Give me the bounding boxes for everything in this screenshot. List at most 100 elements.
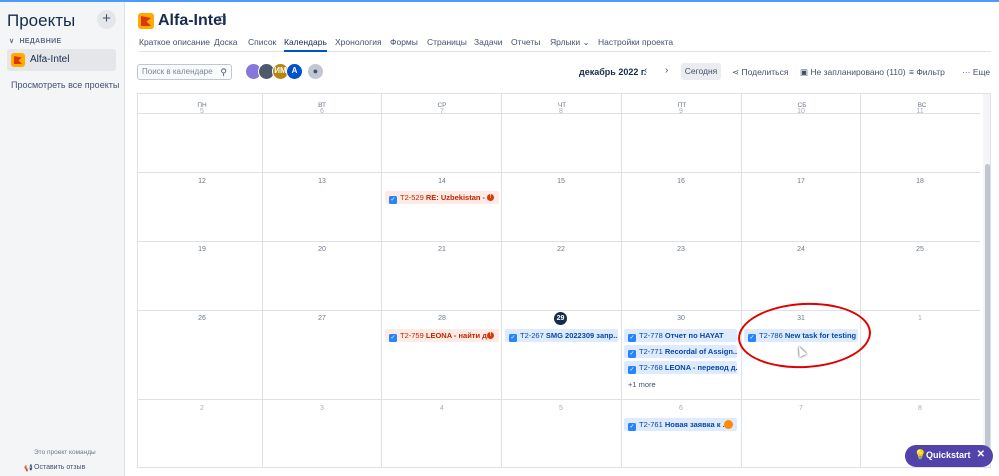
paint-bucket-icon[interactable]: ⛋: [218, 15, 226, 28]
filter-button[interactable]: ≡ Фильтр: [909, 67, 945, 77]
checkbox-icon: ✓: [389, 334, 397, 342]
day-number: 27: [318, 315, 326, 322]
calendar-event[interactable]: ✓ T2-778 Отчет по HAYAT: [624, 329, 737, 342]
sidebar-title: Проекты: [7, 11, 76, 30]
warning-icon: !: [487, 194, 494, 201]
checkbox-icon: ✓: [628, 350, 636, 358]
tab-summary[interactable]: Краткое описание: [139, 37, 210, 52]
more-button[interactable]: ··· Еще: [962, 67, 990, 77]
tab-calendar[interactable]: Календарь: [284, 37, 327, 52]
lightbulb-icon: 💡: [914, 450, 927, 461]
day-number: 2: [200, 405, 204, 412]
day-number: 3: [320, 405, 324, 412]
day-number: 26: [198, 315, 206, 322]
calendar-event[interactable]: ✓ T2-761 Новая заявка к ...: [624, 418, 737, 431]
grid-line: [138, 241, 980, 242]
tab-forms[interactable]: Формы: [390, 37, 418, 52]
event-key: T2-778: [639, 331, 663, 340]
event-summary: RE: Uzbekistan - ...: [425, 193, 494, 202]
day-number: 7: [799, 405, 803, 412]
today-button[interactable]: Сегодня: [681, 63, 721, 80]
event-key: T2-771: [639, 347, 663, 356]
tab-issues[interactable]: Задачи: [474, 37, 503, 52]
today-day-badge: 29: [554, 312, 567, 325]
next-month-button[interactable]: ›: [665, 65, 668, 76]
search-icon: ⚲: [220, 67, 227, 77]
tab-reports[interactable]: Отчеты: [511, 37, 540, 52]
add-project-button[interactable]: +: [97, 10, 116, 29]
close-icon[interactable]: ✕: [977, 449, 985, 460]
calendar-event[interactable]: ✓ T2-759 LEONA - найти д... !: [385, 329, 499, 342]
page-title: Alfa-Intel: [158, 12, 227, 29]
checkbox-icon: ✓: [389, 196, 397, 204]
day-number: 11: [916, 108, 924, 115]
megaphone-icon: 📢: [24, 465, 33, 472]
calendar-icon: ▣: [800, 67, 811, 77]
event-key: T2-761: [639, 420, 663, 429]
share-label: Поделиться: [741, 67, 789, 77]
warning-icon: !: [487, 332, 494, 339]
day-number: 23: [677, 246, 685, 253]
grid-line: [381, 94, 382, 467]
tab-board[interactable]: Доска: [214, 37, 237, 52]
day-number: 19: [198, 246, 206, 253]
day-number: 1: [918, 315, 922, 322]
day-number: 8: [918, 405, 922, 412]
day-number: 20: [318, 246, 326, 253]
day-number: 6: [679, 405, 683, 412]
sidebar-item-project[interactable]: Alfa-Intel: [7, 49, 116, 71]
calendar-event[interactable]: ✓ T2-267 SMG 2022309 запр...: [505, 329, 618, 342]
feedback-label: Оставить отзыв: [34, 464, 86, 471]
tab-pages[interactable]: Страницы: [427, 37, 467, 52]
avatar[interactable]: A: [286, 63, 303, 80]
day-number: 25: [916, 246, 924, 253]
tab-shortcuts[interactable]: Ярлыки ⌄: [550, 37, 590, 52]
day-number: 10: [797, 108, 805, 115]
day-number: 12: [198, 178, 206, 185]
day-number: 6: [320, 108, 324, 115]
quickstart-button[interactable]: 💡 Quickstart ✕: [905, 445, 993, 467]
checkbox-icon: ✓: [628, 334, 636, 342]
grid-line: [138, 399, 980, 400]
tab-timeline[interactable]: Хронология: [335, 37, 382, 52]
project-logo-icon: [138, 13, 154, 29]
project-logo-icon: [11, 53, 25, 67]
top-accent-line: [0, 0, 999, 2]
quickstart-label: Quickstart: [926, 450, 971, 460]
tab-list[interactable]: Список: [248, 37, 276, 52]
unscheduled-label: Не запланировано (110): [810, 67, 906, 77]
grid-line: [262, 94, 263, 467]
more-events-link[interactable]: +1 more: [628, 380, 656, 389]
calendar-event[interactable]: ✓ T2-771 Recordal of Assign...: [624, 345, 737, 358]
day-number: 7: [440, 108, 444, 115]
chevron-down-icon: ∨: [9, 38, 15, 45]
event-summary: LEONA - перевод д...: [664, 363, 737, 372]
tab-project-settings[interactable]: Настройки проекта: [598, 37, 673, 52]
event-summary: Recordal of Assign...: [664, 347, 737, 356]
share-button[interactable]: ⋖ Поделиться: [732, 67, 788, 78]
view-all-projects-link[interactable]: Просмотреть все проекты: [11, 80, 119, 90]
calendar-search[interactable]: ⚲: [137, 64, 232, 80]
unscheduled-button[interactable]: ▣ Не запланировано (110): [800, 67, 906, 78]
scrollbar-thumb[interactable]: [985, 164, 990, 454]
calendar-event[interactable]: ✓ T2-529 RE: Uzbekistan - ... !: [385, 191, 499, 204]
calendar-grid: ПН ВТ СР ЧТ ПТ СБ ВС 5 6 7 8 9 10 11 12 …: [137, 93, 991, 468]
add-people-icon[interactable]: ●: [307, 63, 324, 80]
more-label: Еще: [972, 67, 991, 77]
search-input[interactable]: [142, 67, 218, 76]
calendar-event[interactable]: ✓ T2-768 LEONA - перевод д...: [624, 361, 737, 374]
event-key: T2-768: [639, 363, 663, 372]
day-number: 8: [559, 108, 563, 115]
grid-line: [860, 94, 861, 467]
feedback-link[interactable]: 📢 Оставить отзыв: [24, 464, 86, 472]
checkbox-icon: ✓: [628, 423, 636, 431]
sidebar-project-name: Alfa-Intel: [30, 54, 70, 65]
filter-label: Фильтр: [916, 67, 945, 77]
checkbox-icon: ✓: [509, 334, 517, 342]
day-number: 28: [438, 315, 446, 322]
month-label: декабрь 2022 г.: [579, 67, 647, 77]
recent-section-toggle[interactable]: ∨ НЕДАВНИЕ: [9, 37, 61, 45]
sidebar: Проекты + ∨ НЕДАВНИЕ Alfa-Intel Просмотре…: [0, 2, 125, 476]
day-number: 5: [200, 108, 204, 115]
prev-month-button[interactable]: ‹: [644, 65, 647, 76]
